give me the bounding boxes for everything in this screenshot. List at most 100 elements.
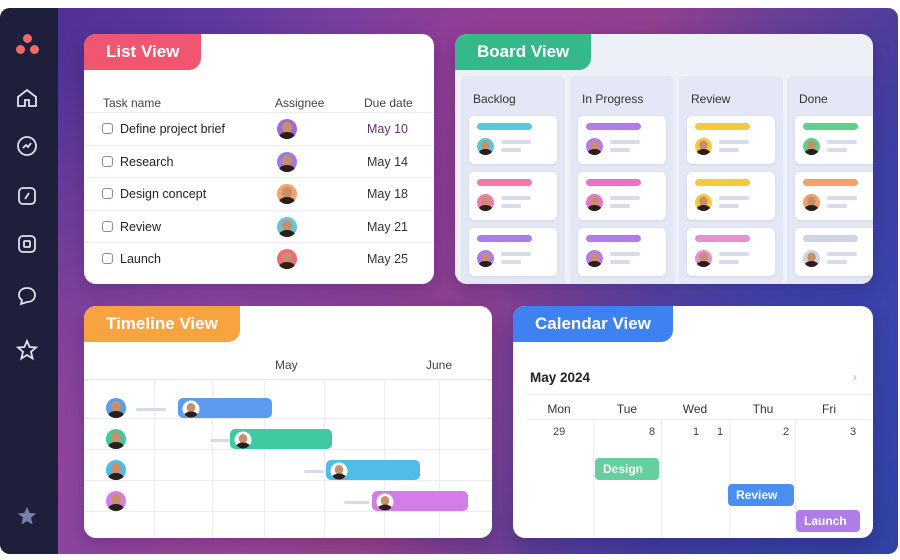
month-label-june: June — [426, 358, 453, 372]
board-card[interactable] — [687, 228, 775, 276]
task-row[interactable]: Review May 21 — [84, 209, 434, 242]
card-label-bar — [477, 179, 532, 186]
list-view-title[interactable]: List View — [84, 34, 202, 70]
task-name[interactable]: Design concept — [120, 187, 206, 201]
board-card[interactable] — [578, 172, 666, 220]
board-card[interactable] — [469, 172, 557, 220]
column-task-name[interactable]: Task name — [103, 96, 161, 110]
timeline-task-bar[interactable] — [372, 491, 468, 511]
column-assignee[interactable]: Assignee — [275, 96, 324, 110]
card-line — [501, 260, 521, 264]
board-card[interactable] — [795, 172, 873, 220]
assignee-avatar[interactable] — [277, 216, 297, 237]
card-line — [501, 204, 521, 208]
timeline-task-bar[interactable] — [230, 429, 332, 449]
date-cell[interactable]: 1 — [717, 426, 723, 438]
card-line — [610, 140, 640, 144]
card-line — [501, 140, 531, 144]
assignee-avatar[interactable] — [106, 398, 126, 418]
task-row[interactable]: Design concept May 18 — [84, 177, 434, 209]
board-card[interactable] — [687, 116, 775, 164]
card-line — [827, 204, 847, 208]
board-column: Backlog — [461, 76, 565, 284]
assignee-avatar[interactable] — [277, 249, 297, 269]
date-cell[interactable]: 1 — [693, 426, 699, 438]
date-cell[interactable]: 3 — [850, 426, 856, 438]
task-checkbox[interactable] — [102, 155, 113, 167]
board-view-panel: Board View Backlog In Progress Review Done — [455, 34, 873, 284]
card-label-bar — [586, 179, 641, 186]
portfolio-icon[interactable] — [15, 184, 39, 208]
assignee-avatar[interactable] — [277, 119, 297, 139]
inbox-icon[interactable] — [15, 232, 39, 256]
messages-icon[interactable] — [15, 284, 39, 308]
timeline-view-panel: Timeline View May June — [84, 306, 492, 538]
bar-avatar — [234, 431, 252, 449]
calendar-view-title[interactable]: Calendar View — [513, 306, 673, 342]
board-card[interactable] — [578, 228, 666, 276]
card-label-bar — [695, 235, 750, 242]
board-column-title[interactable]: Done — [799, 92, 828, 106]
board-card[interactable] — [795, 116, 873, 164]
next-month-icon[interactable]: › — [853, 370, 857, 384]
card-avatar — [586, 250, 603, 267]
logo-icon[interactable] — [16, 34, 40, 56]
date-cell[interactable]: 8 — [649, 426, 655, 438]
due-date[interactable]: May 18 — [367, 187, 408, 201]
board-column: In Progress — [570, 76, 674, 284]
task-row[interactable]: Define project brief May 10 — [84, 112, 434, 144]
assignee-avatar[interactable] — [106, 429, 126, 449]
task-row[interactable]: Research May 14 — [84, 144, 434, 177]
card-label-bar — [586, 123, 641, 130]
column-due-date[interactable]: Due date — [364, 96, 413, 110]
app-window: List View Task name Assignee Due date De… — [0, 8, 898, 554]
timeline-dependency-line — [210, 439, 230, 442]
board-card[interactable] — [687, 172, 775, 220]
task-name[interactable]: Review — [120, 220, 161, 234]
board-column-title[interactable]: Backlog — [473, 92, 516, 106]
calendar-event-design[interactable]: Design — [595, 458, 659, 480]
assignee-avatar[interactable] — [106, 491, 126, 511]
task-checkbox[interactable] — [102, 123, 113, 134]
calendar-event-review[interactable]: Review — [728, 484, 794, 506]
card-line — [610, 196, 640, 200]
timeline-task-bar[interactable] — [326, 460, 420, 480]
card-avatar — [477, 138, 494, 155]
board-column-title[interactable]: In Progress — [582, 92, 643, 106]
date-cell[interactable]: 2 — [783, 426, 789, 438]
card-line — [827, 252, 857, 256]
due-date[interactable]: May 21 — [367, 220, 408, 234]
card-label-bar — [695, 123, 750, 130]
due-date[interactable]: May 14 — [367, 155, 408, 169]
task-name[interactable]: Research — [120, 155, 174, 169]
due-date[interactable]: May 10 — [367, 122, 408, 136]
home-icon[interactable] — [15, 86, 39, 110]
board-card[interactable] — [795, 228, 873, 276]
calendar-event-launch[interactable]: Launch — [796, 510, 860, 532]
task-checkbox[interactable] — [102, 188, 113, 199]
task-row[interactable]: Launch May 25 — [84, 242, 434, 274]
star-icon[interactable] — [15, 338, 39, 362]
assignee-avatar[interactable] — [277, 151, 297, 172]
favorites-star-icon[interactable] — [15, 504, 39, 528]
weekday-fri: Fri — [822, 402, 836, 416]
assignee-avatar[interactable] — [277, 184, 297, 204]
list-view-panel: List View Task name Assignee Due date De… — [84, 34, 434, 284]
goals-icon[interactable] — [15, 134, 39, 158]
card-avatar — [803, 138, 820, 155]
card-line — [501, 148, 521, 152]
board-column-title[interactable]: Review — [691, 92, 730, 106]
timeline-view-title[interactable]: Timeline View — [84, 306, 240, 342]
task-name[interactable]: Launch — [120, 252, 161, 266]
task-checkbox[interactable] — [102, 253, 113, 264]
board-card[interactable] — [469, 116, 557, 164]
board-view-title[interactable]: Board View — [455, 34, 592, 70]
task-name[interactable]: Define project brief — [120, 122, 225, 136]
board-card[interactable] — [469, 228, 557, 276]
assignee-avatar[interactable] — [106, 460, 126, 480]
task-checkbox[interactable] — [102, 220, 113, 232]
board-card[interactable] — [578, 116, 666, 164]
date-cell[interactable]: 29 — [553, 426, 565, 438]
due-date[interactable]: May 25 — [367, 252, 408, 266]
timeline-task-bar[interactable] — [178, 398, 272, 418]
